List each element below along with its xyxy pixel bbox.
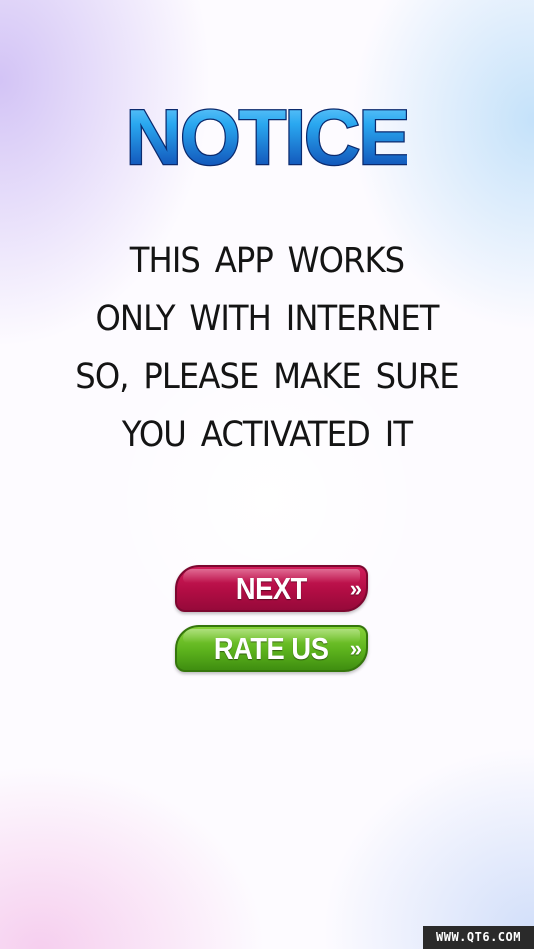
message-line-3: SO, PLEASE MAKE SURE (75, 357, 459, 397)
double-chevron-right-icon: » (349, 635, 363, 661)
next-button[interactable]: NEXT » (175, 565, 368, 612)
notice-title: NOTICE (0, 92, 534, 182)
watermark: WWW.QT6.COM (423, 926, 534, 949)
notice-screen: NOTICE THIS APP WORKS ONLY WITH INTERNET… (0, 0, 534, 949)
double-chevron-right-icon: » (349, 575, 363, 601)
message-line-2: ONLY WITH INTERNET (95, 299, 439, 339)
message-line-1: THIS APP WORKS (129, 241, 405, 281)
notice-message: THIS APP WORKS ONLY WITH INTERNET SO, PL… (21, 232, 512, 464)
notice-title-text: NOTICE (127, 93, 407, 181)
next-button-label: NEXT (235, 570, 308, 606)
rate-us-button-label: RATE US (214, 630, 329, 666)
message-line-4: YOU ACTIVATED IT (121, 415, 413, 455)
notice-title-graphic: NOTICE (127, 92, 407, 182)
rate-us-button[interactable]: RATE US » (175, 625, 368, 672)
